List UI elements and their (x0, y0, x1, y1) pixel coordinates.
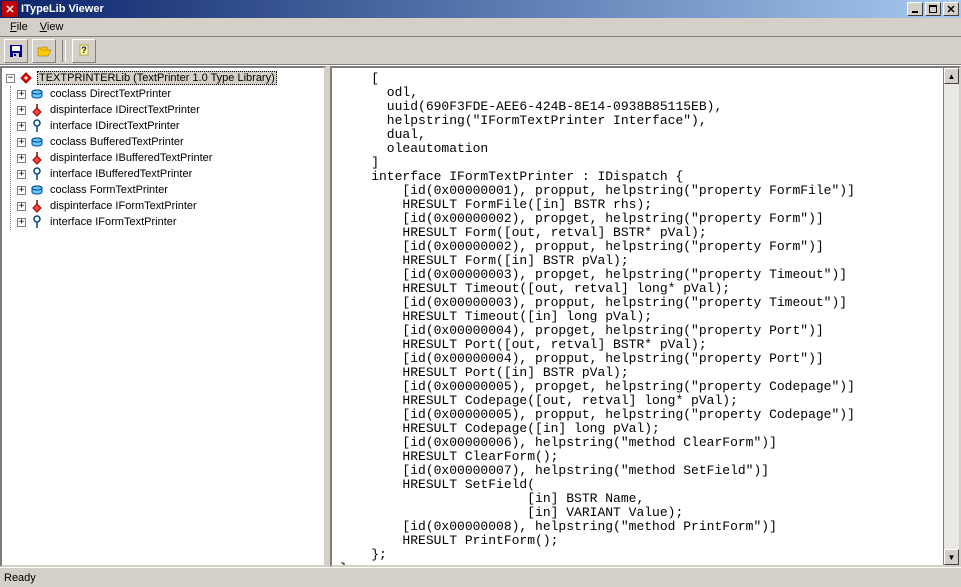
tree-item[interactable]: + dispinterface IDirectTextPrinter (17, 102, 322, 118)
expander-minus-icon[interactable]: − (6, 74, 15, 83)
app-icon (2, 1, 18, 17)
expander-plus-icon[interactable]: + (17, 122, 26, 131)
save-button[interactable] (4, 39, 28, 63)
maximize-button[interactable] (925, 2, 941, 16)
tree-item[interactable]: + interface IFormTextPrinter (17, 214, 322, 230)
expander-plus-icon[interactable]: + (17, 154, 26, 163)
tree-item[interactable]: + interface IBufferedTextPrinter (17, 166, 322, 182)
close-button[interactable] (943, 2, 959, 16)
help-button[interactable]: ? (72, 39, 96, 63)
title-bar: ITypeLib Viewer (0, 0, 961, 18)
tree-root-node[interactable]: − TEXTPRINTERLib (TextPrinter 1.0 Type L… (6, 70, 322, 86)
tree-item[interactable]: + coclass DirectTextPrinter (17, 86, 322, 102)
tree-item-label[interactable]: dispinterface IFormTextPrinter (48, 200, 199, 212)
status-bar: Ready (0, 567, 961, 587)
coclass-icon (29, 182, 45, 198)
toolbar: ? (0, 37, 961, 65)
tree-item-label[interactable]: interface IBufferedTextPrinter (48, 168, 194, 180)
tree-item-label[interactable]: coclass FormTextPrinter (48, 184, 170, 196)
tree-item[interactable]: + dispinterface IBufferedTextPrinter (17, 150, 322, 166)
tree-item-label[interactable]: interface IDirectTextPrinter (48, 120, 182, 132)
scroll-up-button[interactable]: ▲ (944, 68, 959, 84)
interface-icon (29, 166, 45, 182)
scroll-track[interactable] (944, 84, 959, 549)
idl-pane: [ odl, uuid(690F3FDE-AEE6-424B-8E14-0938… (330, 66, 961, 567)
menu-bar: File View (0, 18, 961, 37)
interface-icon (29, 214, 45, 230)
library-icon (18, 70, 34, 86)
menu-file[interactable]: File (4, 19, 34, 35)
idl-text[interactable]: [ odl, uuid(690F3FDE-AEE6-424B-8E14-0938… (332, 68, 943, 565)
svg-text:?: ? (81, 45, 87, 55)
expander-plus-icon[interactable]: + (17, 90, 26, 99)
tree-root-label[interactable]: TEXTPRINTERLib (TextPrinter 1.0 Type Lib… (37, 71, 277, 85)
open-button[interactable] (32, 39, 56, 63)
content-area: − TEXTPRINTERLib (TextPrinter 1.0 Type L… (0, 65, 961, 567)
floppy-icon (8, 43, 24, 59)
scroll-down-button[interactable]: ▼ (944, 549, 959, 565)
tree-item-label[interactable]: coclass DirectTextPrinter (48, 88, 173, 100)
status-text: Ready (4, 572, 36, 584)
tree-item-label[interactable]: dispinterface IBufferedTextPrinter (48, 152, 214, 164)
tree-item-label[interactable]: interface IFormTextPrinter (48, 216, 179, 228)
dispinterface-icon (29, 150, 45, 166)
tree-item-label[interactable]: dispinterface IDirectTextPrinter (48, 104, 202, 116)
expander-plus-icon[interactable]: + (17, 202, 26, 211)
window-title: ITypeLib Viewer (21, 3, 905, 15)
tree-pane[interactable]: − TEXTPRINTERLib (TextPrinter 1.0 Type L… (0, 66, 326, 567)
expander-plus-icon[interactable]: + (17, 106, 26, 115)
tree-item[interactable]: + dispinterface IFormTextPrinter (17, 198, 322, 214)
tree-item[interactable]: + interface IDirectTextPrinter (17, 118, 322, 134)
toolbar-separator (62, 40, 66, 62)
expander-plus-icon[interactable]: + (17, 170, 26, 179)
menu-view[interactable]: View (34, 19, 70, 35)
dispinterface-icon (29, 198, 45, 214)
expander-plus-icon[interactable]: + (17, 218, 26, 227)
dispinterface-icon (29, 102, 45, 118)
tree-item[interactable]: + coclass BufferedTextPrinter (17, 134, 322, 150)
help-icon: ? (76, 43, 92, 59)
scrollbar[interactable]: ▲ ▼ (943, 68, 959, 565)
coclass-icon (29, 134, 45, 150)
folder-open-icon (36, 43, 52, 59)
expander-plus-icon[interactable]: + (17, 186, 26, 195)
tree-item[interactable]: + coclass FormTextPrinter (17, 182, 322, 198)
tree-item-label[interactable]: coclass BufferedTextPrinter (48, 136, 186, 148)
interface-icon (29, 118, 45, 134)
coclass-icon (29, 86, 45, 102)
minimize-button[interactable] (907, 2, 923, 16)
expander-plus-icon[interactable]: + (17, 138, 26, 147)
